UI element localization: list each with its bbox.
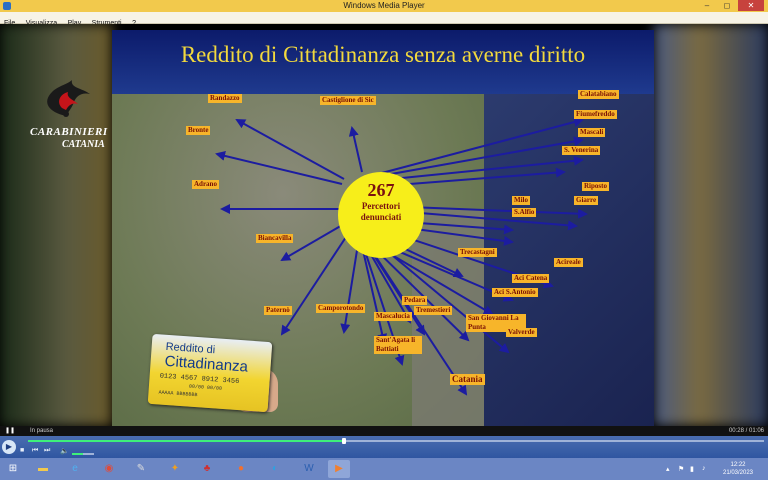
town-catania: Catania — [450, 374, 485, 385]
playback-time: 00:28 / 01:06 — [728, 428, 764, 434]
stop-icon[interactable]: ■ — [20, 447, 24, 454]
town-tremestieri: Tremestieri — [414, 306, 453, 315]
seek-bar-fill — [28, 440, 345, 442]
media-player-icon[interactable]: ▶ — [328, 460, 350, 478]
internet-explorer-icon[interactable]: e — [64, 460, 86, 478]
citizenship-income-card: Reddito di Cittadinanza 0123 4567 8912 3… — [147, 333, 273, 413]
playback-state: In pausa — [30, 428, 54, 434]
system-tray: ▴ ⚑ ▮ ♪ 12:22 21/03/2023 — [664, 460, 764, 478]
tray-flag-icon[interactable]: ⚑ — [678, 465, 684, 473]
town-acireale: Acireale — [554, 258, 583, 267]
clock-time: 12:22 — [730, 462, 746, 468]
file-explorer-icon[interactable]: ▬ — [32, 460, 54, 478]
town-mascali: Mascali — [578, 128, 606, 137]
card-holder: AAAAA BBBBBBB — [158, 389, 198, 399]
denounced-count: 267 — [367, 180, 395, 200]
volume-fill — [72, 453, 83, 455]
town-castiglione: Castiglione di Sic — [320, 96, 376, 105]
status-strip: ❚❚ In pausa 00:28 / 01:06 — [0, 426, 768, 436]
town-trecastagni: Trecastagni — [458, 248, 497, 257]
mute-icon[interactable]: 🔈 — [60, 447, 69, 455]
denounced-label-1: Percettori — [361, 201, 401, 211]
tray-volume-icon[interactable]: ♪ — [702, 465, 706, 472]
town-valverde: Valverde — [506, 328, 537, 337]
carabinieri-logo: CARABINIERI CATANIA — [22, 74, 122, 164]
previous-icon[interactable]: ⏮ — [32, 447, 38, 455]
logo-text-catania: CATANIA — [62, 139, 105, 150]
seek-thumb[interactable] — [342, 438, 347, 444]
window-title: Windows Media Player — [343, 1, 425, 10]
next-icon[interactable]: ⏭ — [44, 447, 50, 455]
video-area[interactable]: Reddito di Cittadinanza senza averne dir… — [0, 24, 768, 426]
town-mascalucia: Mascalucia — [374, 312, 412, 321]
card-expiry: 00/00 00/00 — [188, 383, 223, 392]
title-bar: Windows Media Player – ◻ ✕ — [0, 0, 768, 12]
town-fiumefreddo: Fiumefreddo — [574, 110, 617, 119]
windows-start-icon[interactable]: ⊞ — [2, 460, 24, 478]
play-button[interactable]: ▶ — [2, 440, 16, 454]
town-santa-venerina: S. Venerina — [562, 146, 601, 155]
chrome-icon[interactable]: ◉ — [98, 460, 120, 478]
clock[interactable]: 12:22 21/03/2023 — [716, 461, 760, 477]
town-aci-catena: Aci Catena — [512, 274, 550, 283]
denounced-label-2: denunciati — [360, 212, 402, 222]
player-controls: ▶ ■ ⏮ ⏭ 🔈 — [0, 436, 768, 458]
firefox-icon[interactable]: ● — [230, 460, 252, 478]
town-biancavilla: Biancavilla — [256, 234, 294, 243]
town-pedara: Pedara — [402, 296, 428, 305]
town-sant-agata-li-battiati: Sant'Agata li Battiati — [374, 336, 422, 354]
town-camporotondo: Camporotondo — [316, 304, 366, 313]
town-milo: Milo — [512, 196, 530, 205]
video-blur-right — [654, 24, 768, 426]
word-icon[interactable]: W — [298, 460, 320, 478]
town-calatabiano: Calatabiano — [578, 90, 619, 99]
close-button[interactable]: ✕ — [738, 0, 764, 11]
menu-bar: File Visualizza Play Strumenti ? — [0, 12, 768, 27]
town-giarre: Giarre — [574, 196, 599, 205]
town-riposto: Riposto — [582, 182, 609, 191]
run-icon[interactable]: ✦ — [164, 460, 186, 478]
town-aci-santantonio: Aci S.Antonio — [492, 288, 538, 297]
tool-icon[interactable]: ✎ — [130, 460, 152, 478]
tray-network-icon[interactable]: ▮ — [690, 465, 694, 473]
town-paterno: Paternò — [264, 306, 292, 315]
carabinieri-flame-icon — [47, 80, 90, 117]
town-adrano: Adrano — [192, 180, 219, 189]
clock-date: 21/03/2023 — [722, 470, 754, 476]
tray-arrow-icon[interactable]: ▴ — [666, 465, 670, 473]
town-randazzo: Randazzo — [208, 94, 242, 103]
denounced-count-badge: 267 Percettori denunciati — [338, 172, 424, 258]
maximize-button[interactable]: ◻ — [718, 0, 736, 11]
town-bronte: Bronte — [186, 126, 211, 135]
taskbar: ⊞ ▬ e ◉ ✎ ✦ ♣ ● ◐ W ▶ ▴ ⚑ ▮ ♪ 12:22 21/0… — [0, 458, 768, 480]
logo-text-carabinieri: CARABINIERI — [30, 126, 108, 138]
town-santalfio: S.Alfio — [512, 208, 537, 217]
game-icon[interactable]: ♣ — [196, 460, 218, 478]
media-icon[interactable]: ◐ — [264, 460, 286, 478]
pause-icon[interactable]: ❚❚ — [5, 427, 15, 434]
minimize-button[interactable]: – — [698, 0, 716, 11]
card-title-line2: Cittadinanza — [164, 352, 249, 376]
